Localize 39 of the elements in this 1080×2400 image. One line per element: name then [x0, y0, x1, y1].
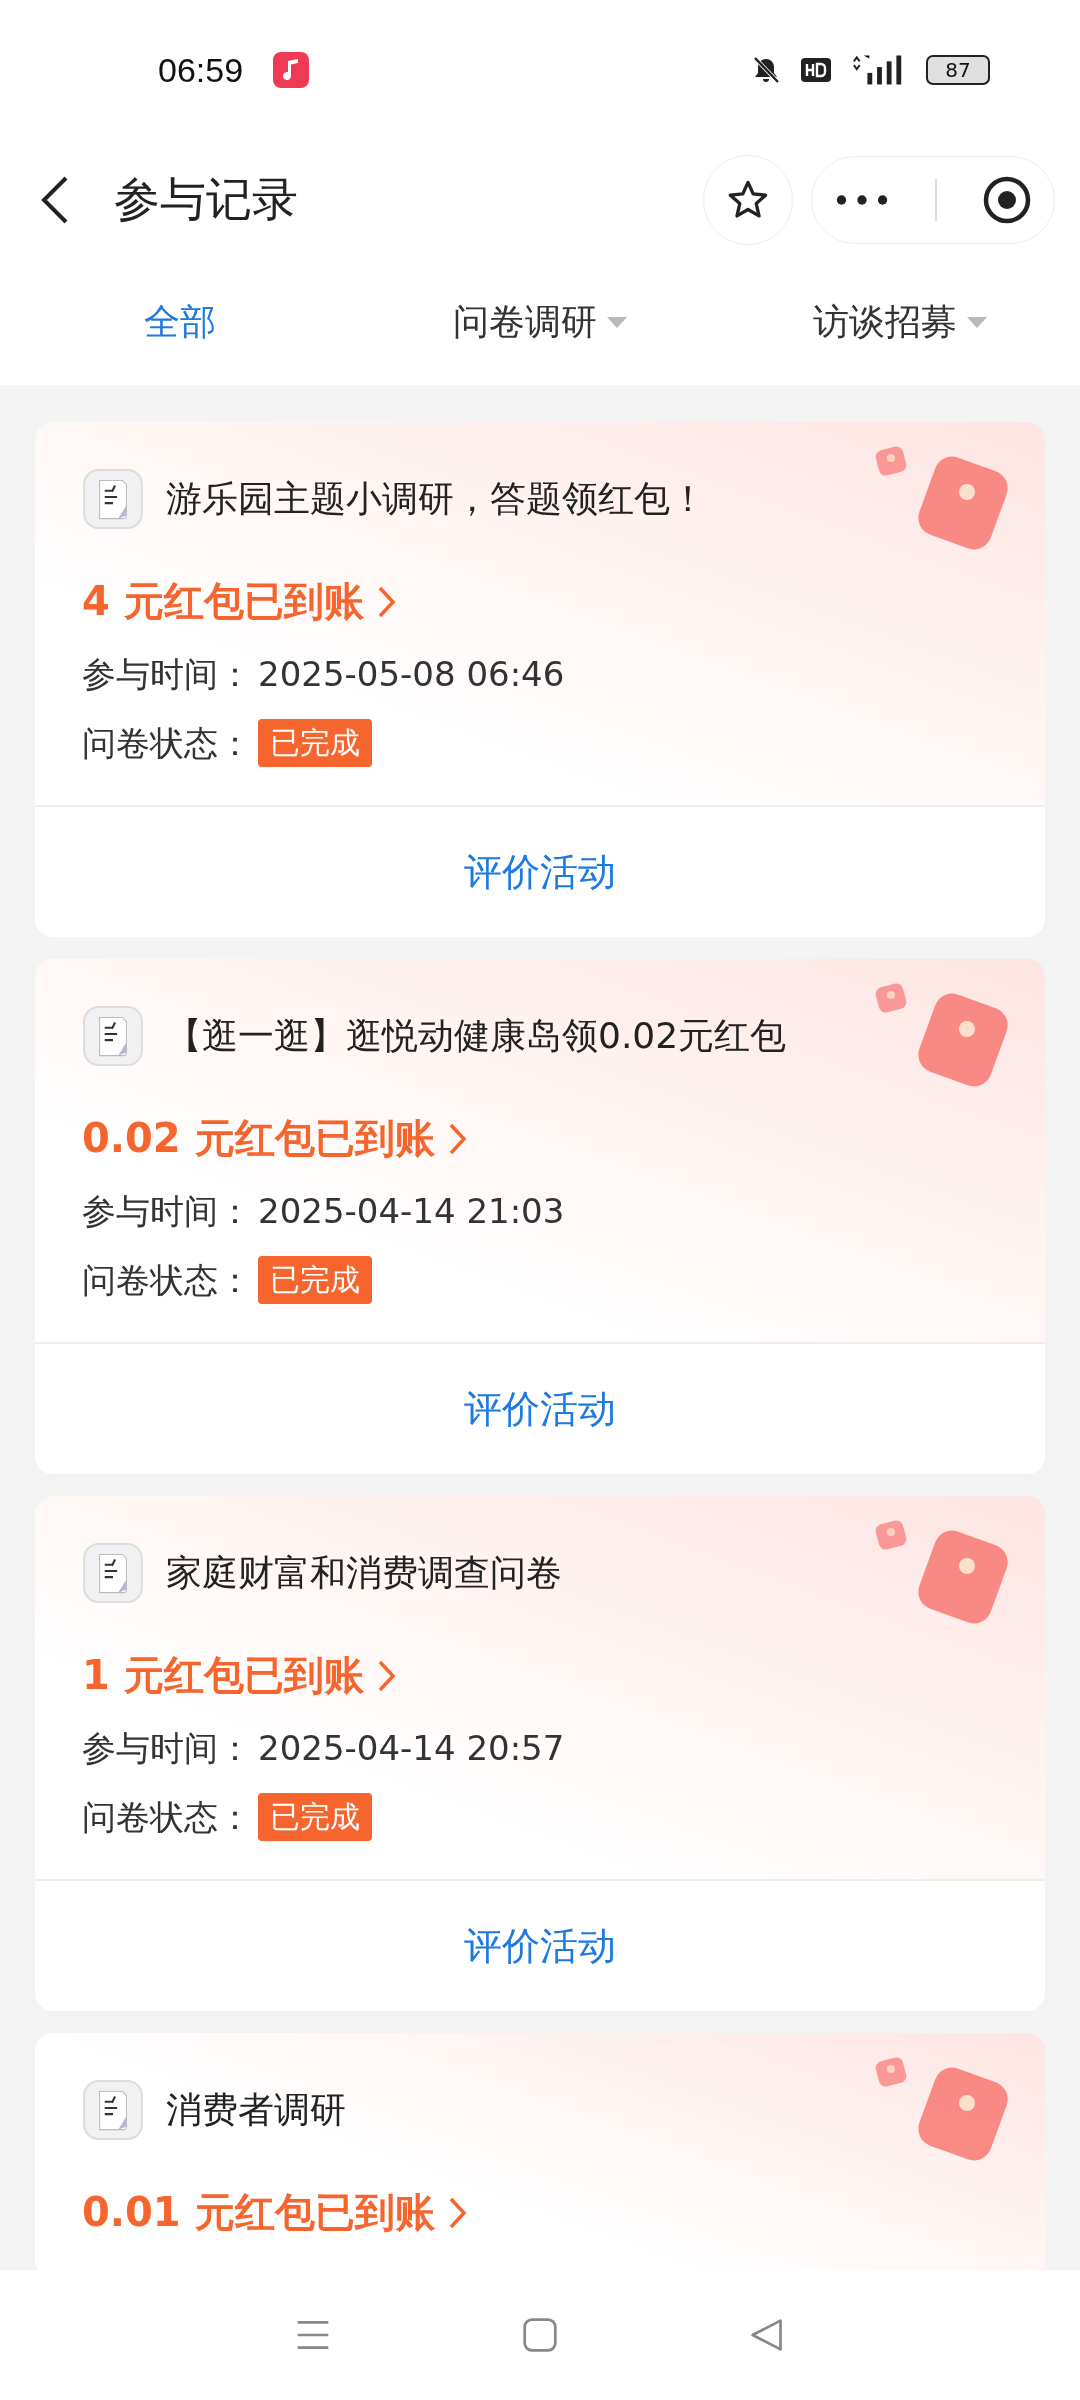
- reward-link[interactable]: 0.02 元红包已到账: [82, 1111, 467, 1166]
- status-badge: 已完成: [258, 719, 372, 767]
- back-nav-icon[interactable]: [748, 2317, 785, 2353]
- rate-activity-link[interactable]: 评价活动: [464, 1920, 616, 1972]
- participation-time: 2025-04-14 21:03: [258, 1190, 565, 1233]
- survey-doc-icon: [82, 1542, 144, 1604]
- info-label: 问卷状态：: [82, 1259, 252, 1302]
- info-label: 参与时间：: [82, 653, 252, 696]
- survey-title: 家庭财富和消费调查问卷: [166, 1550, 562, 1595]
- filter-tab[interactable]: 问卷调研: [360, 298, 720, 347]
- hd-icon: [800, 55, 832, 85]
- close-target-icon[interactable]: [981, 175, 1032, 225]
- back-icon[interactable]: [40, 175, 70, 225]
- survey-doc-icon: [82, 468, 144, 530]
- reward-link[interactable]: 0.01 元红包已到账: [82, 2185, 467, 2240]
- survey-doc-icon: [82, 1005, 144, 1067]
- page-title: 参与记录: [114, 171, 298, 228]
- filter-tab[interactable]: 全部: [0, 298, 360, 347]
- info-label: 参与时间：: [82, 1727, 252, 1770]
- filter-tab[interactable]: 访谈招募: [720, 298, 1080, 347]
- rate-activity-link[interactable]: 评价活动: [464, 1383, 616, 1435]
- info-label: 问卷状态：: [82, 722, 252, 765]
- info-label: 问卷状态：: [82, 1796, 252, 1839]
- status-badge: 已完成: [258, 1256, 372, 1304]
- survey-doc-icon: [82, 2079, 144, 2141]
- survey-title: 消费者调研: [166, 2087, 346, 2132]
- survey-title: 【逛一逛】逛悦动健康岛领0.02元红包: [166, 1013, 787, 1058]
- music-app-icon: [273, 52, 310, 88]
- home-icon[interactable]: [522, 2317, 558, 2353]
- battery-icon: 87: [926, 55, 990, 85]
- participation-time: 2025-04-14 20:57: [258, 1727, 565, 1770]
- status-time: 06:59: [158, 50, 244, 90]
- reward-link[interactable]: 1 元红包已到账: [82, 1648, 396, 1703]
- rate-activity-link[interactable]: 评价活动: [464, 846, 616, 898]
- status-badge: 已完成: [258, 1793, 372, 1841]
- participation-time: 2025-05-08 06:46: [258, 653, 565, 696]
- info-label: 参与时间：: [82, 1190, 252, 1233]
- reward-link[interactable]: 4 元红包已到账: [82, 574, 396, 629]
- survey-title: 游乐园主题小调研，答题领红包！: [166, 476, 706, 521]
